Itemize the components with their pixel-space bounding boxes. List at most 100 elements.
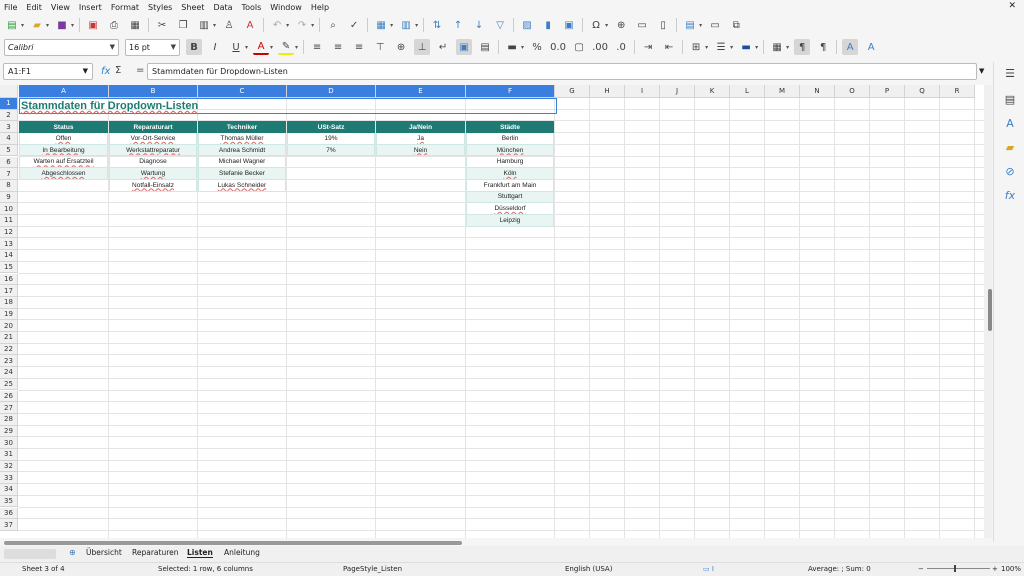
column-header-p[interactable]: P <box>870 85 905 98</box>
row-header-23[interactable]: 23 <box>0 355 18 368</box>
table-header-cell[interactable]: Reparaturart <box>109 121 197 134</box>
column-header-a[interactable]: A <box>19 85 109 98</box>
functions-icon[interactable]: fx <box>1003 188 1017 202</box>
table-cell[interactable]: Abgeschlossen <box>19 168 108 180</box>
row-header-14[interactable]: 14 <box>0 250 18 262</box>
increase-indent-icon[interactable]: ⇥ <box>640 39 656 55</box>
font-name-combo[interactable]: Calibri ▼ <box>4 38 119 56</box>
menu-window[interactable]: Window <box>270 3 302 12</box>
sort-descending-icon[interactable]: ↓ <box>471 17 487 33</box>
row-header-25[interactable]: 25 <box>0 378 18 391</box>
percent-format-icon[interactable]: % <box>529 39 545 55</box>
table-cell[interactable]: In Bearbeitung <box>19 144 108 157</box>
align-middle-icon[interactable]: ⊕ <box>393 39 409 55</box>
merge-center-icon[interactable]: ▣ <box>456 39 473 55</box>
column-header-e[interactable]: E <box>376 85 466 98</box>
row-header-16[interactable]: 16 <box>0 273 18 286</box>
add-sheet-icon[interactable]: ⊕ <box>69 548 76 557</box>
table-cell[interactable]: Notfall-Einsatz <box>109 179 197 192</box>
row-header-17[interactable]: 17 <box>0 285 18 297</box>
pivot-table-icon[interactable]: ▣ <box>561 17 577 33</box>
table-cell[interactable]: 19% <box>287 133 375 145</box>
underline-icon[interactable]: U <box>228 39 244 55</box>
row-header-3[interactable]: 3 <box>0 121 18 134</box>
menu-file[interactable]: File <box>4 3 17 12</box>
bold-icon[interactable]: B <box>186 39 202 55</box>
table-cell[interactable]: Diagnose <box>109 156 197 169</box>
align-center-icon[interactable]: ≡ <box>330 39 346 55</box>
properties-icon[interactable]: ▤ <box>1003 92 1017 106</box>
table-cell[interactable]: Michael Wagner <box>198 156 286 169</box>
hyperlink-icon[interactable]: ⊕ <box>613 17 629 33</box>
redo-icon[interactable]: ↷ <box>294 17 310 33</box>
column-header-i[interactable]: I <box>625 85 660 98</box>
formula-input[interactable]: Stammdaten für Dropdown-Listen <box>147 63 977 80</box>
row-header-30[interactable]: 30 <box>0 437 18 449</box>
undo-icon[interactable]: ↶ <box>269 17 285 33</box>
menu-tools[interactable]: Tools <box>242 3 262 12</box>
define-print-area-icon[interactable]: ▤ <box>682 17 698 33</box>
clone-formatting-icon[interactable]: ♙ <box>221 17 237 33</box>
close-document-icon[interactable]: ✕ <box>1008 1 1016 11</box>
row-header-13[interactable]: 13 <box>0 238 18 251</box>
menu-help[interactable]: Help <box>311 3 329 12</box>
vertical-text-icon[interactable]: A <box>863 39 879 55</box>
row-header-27[interactable]: 27 <box>0 402 18 414</box>
table-cell[interactable]: Stefanie Becker <box>198 168 286 180</box>
row-header-19[interactable]: 19 <box>0 308 18 321</box>
row-header-29[interactable]: 29 <box>0 425 18 438</box>
menu-edit[interactable]: Edit <box>26 3 42 12</box>
border-color-icon[interactable]: ▬ <box>738 39 754 55</box>
align-left-icon[interactable]: ≡ <box>309 39 325 55</box>
menu-insert[interactable]: Insert <box>79 3 102 12</box>
row-header-1[interactable]: 1 <box>0 98 18 110</box>
align-top-icon[interactable]: ⊤ <box>372 39 388 55</box>
row-header-32[interactable]: 32 <box>0 460 18 473</box>
formula-equals-icon[interactable]: = <box>136 65 144 76</box>
row-header-33[interactable]: 33 <box>0 472 18 485</box>
sheet-tab[interactable]: Übersicht <box>86 548 122 557</box>
row-header-31[interactable]: 31 <box>0 449 18 461</box>
row-header-35[interactable]: 35 <box>0 495 18 508</box>
table-cell[interactable]: Leipzig <box>466 215 554 227</box>
table-cell[interactable]: Werkstattreparatur <box>109 144 197 157</box>
row-header-24[interactable]: 24 <box>0 367 18 379</box>
table-cell[interactable]: Berlin <box>466 133 554 145</box>
paste-icon[interactable]: ▥ <box>196 17 212 33</box>
comment-icon[interactable]: ▭ <box>634 17 650 33</box>
navigator-icon[interactable]: ⊘ <box>1003 164 1017 178</box>
menu-view[interactable]: View <box>51 3 70 12</box>
table-cell[interactable]: Andrea Schmidt <box>198 144 286 157</box>
zoom-out-icon[interactable]: − <box>918 565 924 573</box>
text-direction-icon[interactable]: A <box>842 39 859 55</box>
row-header-34[interactable]: 34 <box>0 484 18 496</box>
split-window-icon[interactable]: ⧉ <box>728 17 744 33</box>
table-cell[interactable]: Wartung <box>109 168 197 180</box>
border-style-icon[interactable]: ☰ <box>713 39 729 55</box>
row-header-4[interactable]: 4 <box>0 133 18 145</box>
row-header-2[interactable]: 2 <box>0 109 18 122</box>
row-header-15[interactable]: 15 <box>0 261 18 274</box>
left-to-right-icon[interactable]: ¶ <box>794 39 811 55</box>
row-header-28[interactable]: 28 <box>0 413 18 426</box>
freeze-rows-columns-icon[interactable]: ▭ <box>707 17 723 33</box>
expand-formula-bar-icon[interactable]: ▼ <box>979 67 984 75</box>
horizontal-scroll-thumb[interactable] <box>4 541 462 545</box>
align-right-icon[interactable]: ≡ <box>351 39 367 55</box>
italic-icon[interactable]: I <box>207 39 223 55</box>
font-size-combo[interactable]: 16 pt ▼ <box>125 38 180 56</box>
styles-icon[interactable]: A <box>1003 116 1017 130</box>
sheet-navigation-buttons[interactable] <box>4 549 56 559</box>
borders-icon[interactable]: ⊞ <box>688 39 704 55</box>
select-all-corner[interactable] <box>0 85 18 98</box>
table-cell[interactable]: Köln <box>466 168 554 180</box>
sheet-tab[interactable]: Listen <box>187 548 213 558</box>
row-header-10[interactable]: 10 <box>0 203 18 215</box>
column-header-r[interactable]: R <box>940 85 975 98</box>
right-to-left-icon[interactable]: ¶ <box>815 39 831 55</box>
zoom-in-icon[interactable]: + <box>992 565 998 573</box>
print-preview-icon[interactable]: ▦ <box>127 17 143 33</box>
decrease-indent-icon[interactable]: ⇤ <box>661 39 677 55</box>
unmerge-icon[interactable]: ▤ <box>477 39 493 55</box>
column-header-q[interactable]: Q <box>905 85 940 98</box>
